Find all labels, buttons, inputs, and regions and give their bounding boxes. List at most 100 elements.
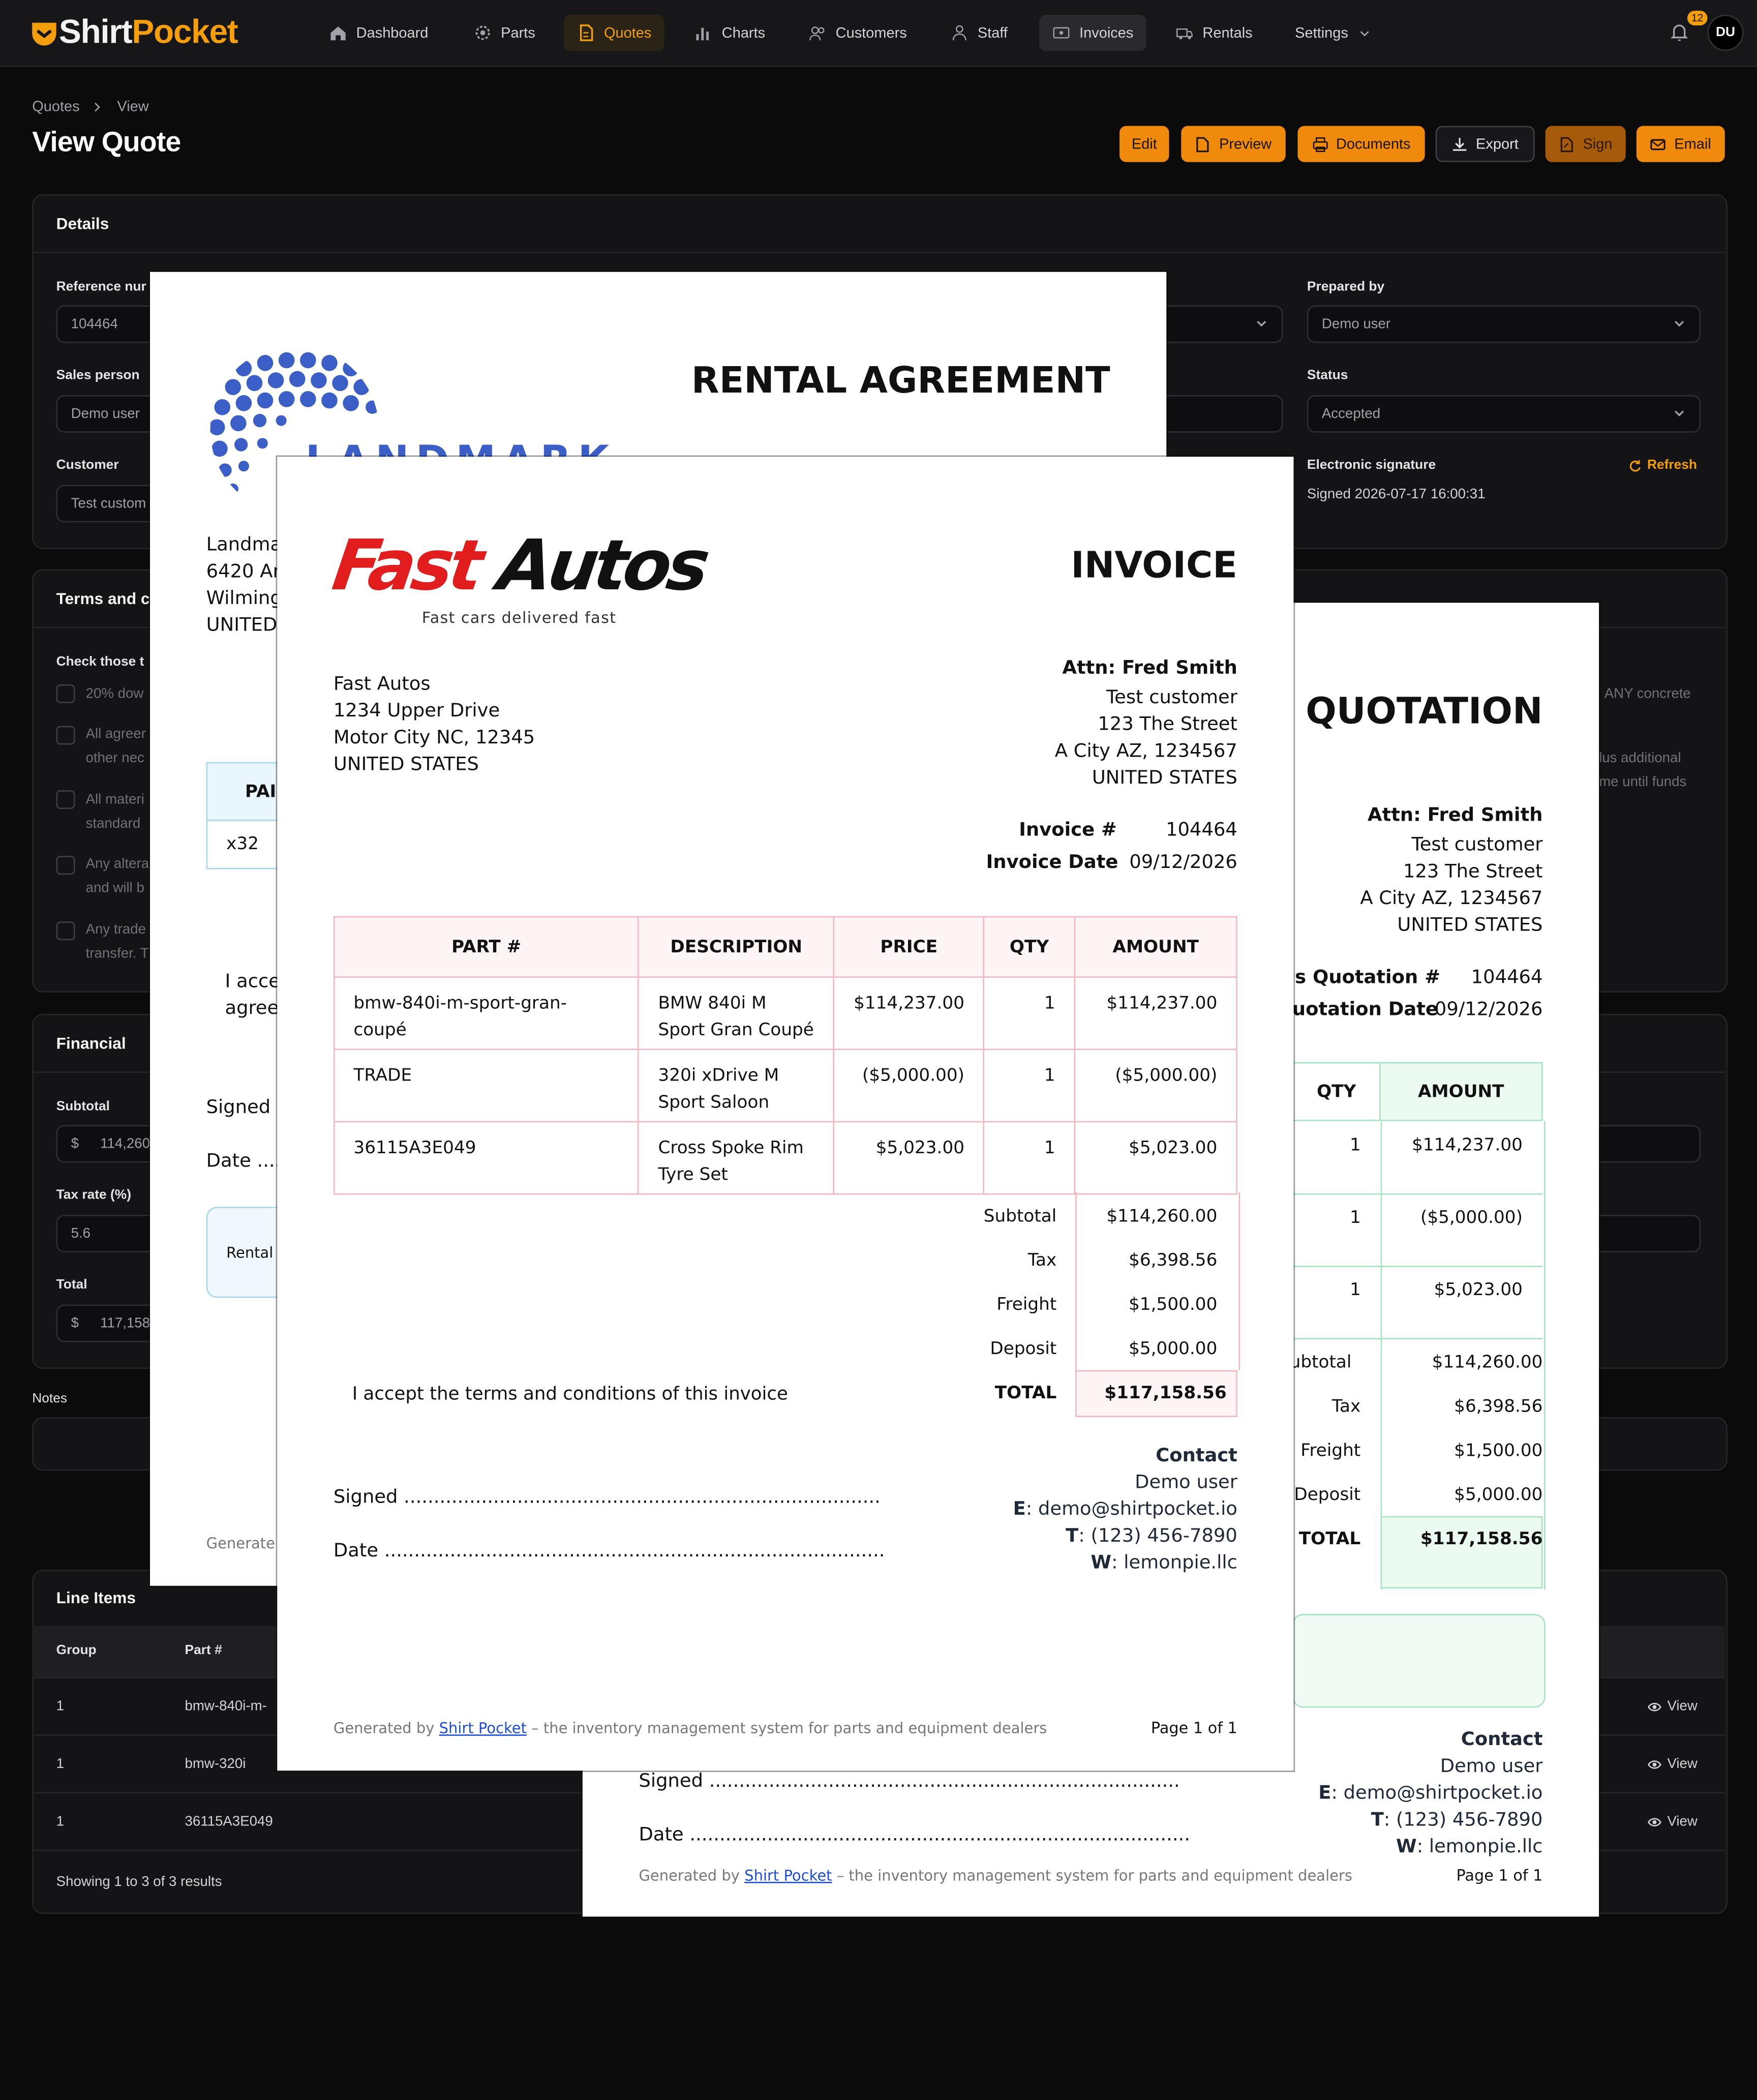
email-button[interactable]: Email xyxy=(1636,126,1725,162)
nav-charts[interactable]: Charts xyxy=(682,15,779,51)
hidden-field[interactable] xyxy=(1152,395,1283,433)
nav-label: Customers xyxy=(835,24,907,41)
contact-web: W: lemonpie.llc xyxy=(1396,1836,1542,1857)
chevron-down-icon xyxy=(1675,410,1684,416)
desc-line: BMW 840i M xyxy=(658,994,767,1014)
currency-prefix: $ xyxy=(71,1135,79,1152)
col-part[interactable]: Part # xyxy=(185,1643,222,1658)
quotation-qty: 1 xyxy=(1350,1280,1361,1301)
term-text: and will b xyxy=(85,880,144,896)
email-value: : demo@shirtpocket.io xyxy=(1331,1782,1543,1805)
documents-button[interactable]: Documents xyxy=(1297,126,1425,162)
preview-button[interactable]: Preview xyxy=(1181,126,1286,162)
col-price: PRICE xyxy=(833,916,985,978)
hidden-select[interactable] xyxy=(1152,305,1283,343)
sign-button[interactable]: Sign xyxy=(1545,126,1626,162)
term-checkbox[interactable] xyxy=(56,790,75,809)
sales-person-value: Demo user xyxy=(71,406,140,422)
view-label: View xyxy=(1667,1813,1698,1830)
term-checkbox[interactable] xyxy=(56,921,75,941)
phone-key: T xyxy=(1371,1809,1384,1831)
row-group: 1 xyxy=(56,1813,65,1830)
freight-value: $1,500.00 xyxy=(1129,1295,1218,1315)
users-icon xyxy=(809,26,825,41)
contact-phone: T: (123) 456-7890 xyxy=(1371,1810,1543,1831)
brand-name-b: Pocket xyxy=(132,13,238,51)
view-row-button[interactable]: View xyxy=(1647,1813,1698,1830)
document-icon xyxy=(1197,136,1209,152)
address-line: Landma xyxy=(206,534,282,556)
view-row-button[interactable]: View xyxy=(1647,1756,1698,1772)
documents-label: Documents xyxy=(1336,136,1411,152)
bell-icon[interactable] xyxy=(1669,21,1690,43)
address-line: 123 The Street xyxy=(1098,713,1237,736)
line-items-title: Line Items xyxy=(56,1588,136,1607)
term-checkbox[interactable] xyxy=(56,684,75,703)
quotation-date-label: uotation Date xyxy=(1292,999,1438,1021)
generated-desc: – the inventory management system for pa… xyxy=(531,1720,1047,1737)
cell-qty: 1 xyxy=(983,1121,1076,1195)
row-part: 36115A3E049 xyxy=(185,1813,273,1830)
address-line: UNITED STATES xyxy=(333,754,479,776)
edit-button[interactable]: Edit xyxy=(1119,126,1169,162)
shirt-pocket-link[interactable]: Shirt Pocket xyxy=(439,1720,527,1737)
reference-label: Reference nur xyxy=(56,280,146,295)
term-checkbox[interactable] xyxy=(56,856,75,875)
subtotal-value: $114,260.00 xyxy=(1106,1207,1218,1227)
phone-value: : (123) 456-7890 xyxy=(1078,1525,1237,1547)
date-line: Date ...................................… xyxy=(639,1824,1191,1846)
web-key: W xyxy=(1396,1836,1417,1858)
generated-desc: – the inventory management system for pa… xyxy=(836,1867,1352,1885)
term-text: me until funds xyxy=(1599,774,1687,791)
chevron-down-icon xyxy=(1359,30,1369,36)
quotation-col-qty: QTY xyxy=(1292,1062,1381,1121)
refresh-signature-button[interactable]: Refresh xyxy=(1628,458,1697,473)
contact-phone: T: (123) 456-7890 xyxy=(1066,1525,1237,1547)
invoice-from: Fast Autos 1234 Upper Drive Motor City N… xyxy=(334,671,535,778)
mail-icon xyxy=(1650,138,1666,149)
edit-label: Edit xyxy=(1131,136,1157,152)
total-label: Total xyxy=(56,1277,87,1293)
address-line: 6420 An xyxy=(206,561,285,583)
cell-price: $114,237.00 xyxy=(833,976,985,1051)
breadcrumb-quotes[interactable]: Quotes xyxy=(32,99,79,115)
quotation-amount: $5,023.00 xyxy=(1434,1280,1523,1301)
nav-dashboard[interactable]: Dashboard xyxy=(316,15,442,51)
rental-signed: Signed . xyxy=(206,1097,283,1119)
shirt-pocket-link[interactable]: Shirt Pocket xyxy=(744,1867,832,1884)
total-label: Deposit xyxy=(1294,1485,1361,1506)
details-title: Details xyxy=(56,214,109,233)
term-text: Any trade xyxy=(85,921,146,938)
nav-invoices[interactable]: Invoices xyxy=(1039,14,1147,51)
cell-qty: 1 xyxy=(983,976,1076,1051)
view-row-button[interactable]: View xyxy=(1647,1698,1698,1715)
nav-rentals[interactable]: Rentals xyxy=(1162,15,1266,51)
cell-description: Cross Spoke Rim Tyre Set xyxy=(638,1121,835,1195)
prepared-by-select[interactable]: Demo user xyxy=(1307,305,1701,343)
terms-title: Terms and c xyxy=(56,589,150,608)
term-text: Any altera xyxy=(85,856,149,872)
invoice-icon xyxy=(1053,27,1070,39)
deposit-value: $5,000.00 xyxy=(1129,1339,1218,1360)
status-select[interactable]: Accepted xyxy=(1307,395,1701,433)
user-avatar[interactable]: DU xyxy=(1707,14,1744,51)
nav-staff[interactable]: Staff xyxy=(937,15,1021,51)
desc-line: Sport Gran Coupé xyxy=(658,1021,814,1041)
nav-customers[interactable]: Customers xyxy=(796,15,920,51)
export-button[interactable]: Export xyxy=(1435,126,1535,162)
brand-logo[interactable]: Shirt Pocket xyxy=(29,13,238,52)
rental-note: Rental xyxy=(206,1207,287,1298)
cell-amount: ($5,000.00) xyxy=(1074,1048,1237,1123)
contact-name: Demo user xyxy=(1440,1756,1543,1778)
nav-settings[interactable]: Settings xyxy=(1282,15,1384,51)
nav-parts[interactable]: Parts xyxy=(461,15,549,51)
term-text: All materi xyxy=(85,791,144,808)
cell-price: ($5,000.00) xyxy=(833,1048,985,1123)
col-group[interactable]: Group xyxy=(56,1643,97,1658)
generated-by: Generated by xyxy=(639,1867,740,1885)
rental-table-cell: x32 xyxy=(206,821,287,869)
nav-quotes[interactable]: Quotes xyxy=(563,14,665,51)
term-checkbox[interactable] xyxy=(56,726,75,745)
prepared-by-label: Prepared by xyxy=(1307,280,1385,295)
currency-prefix: $ xyxy=(71,1315,79,1332)
